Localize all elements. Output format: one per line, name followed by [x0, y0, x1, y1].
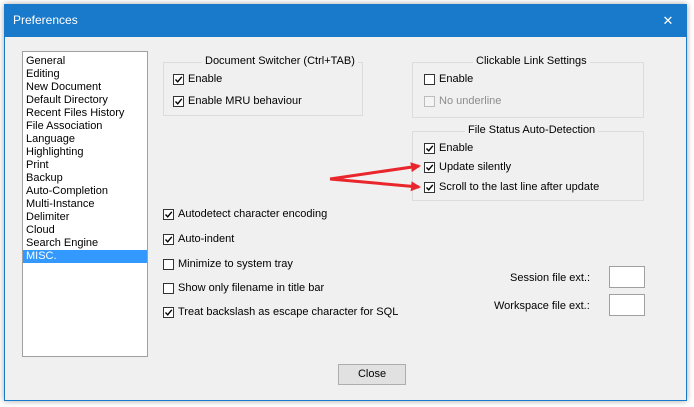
annotation-arrows — [329, 162, 421, 192]
arrow-update-silently — [329, 162, 421, 181]
arrow-scroll-last-line — [329, 177, 421, 192]
